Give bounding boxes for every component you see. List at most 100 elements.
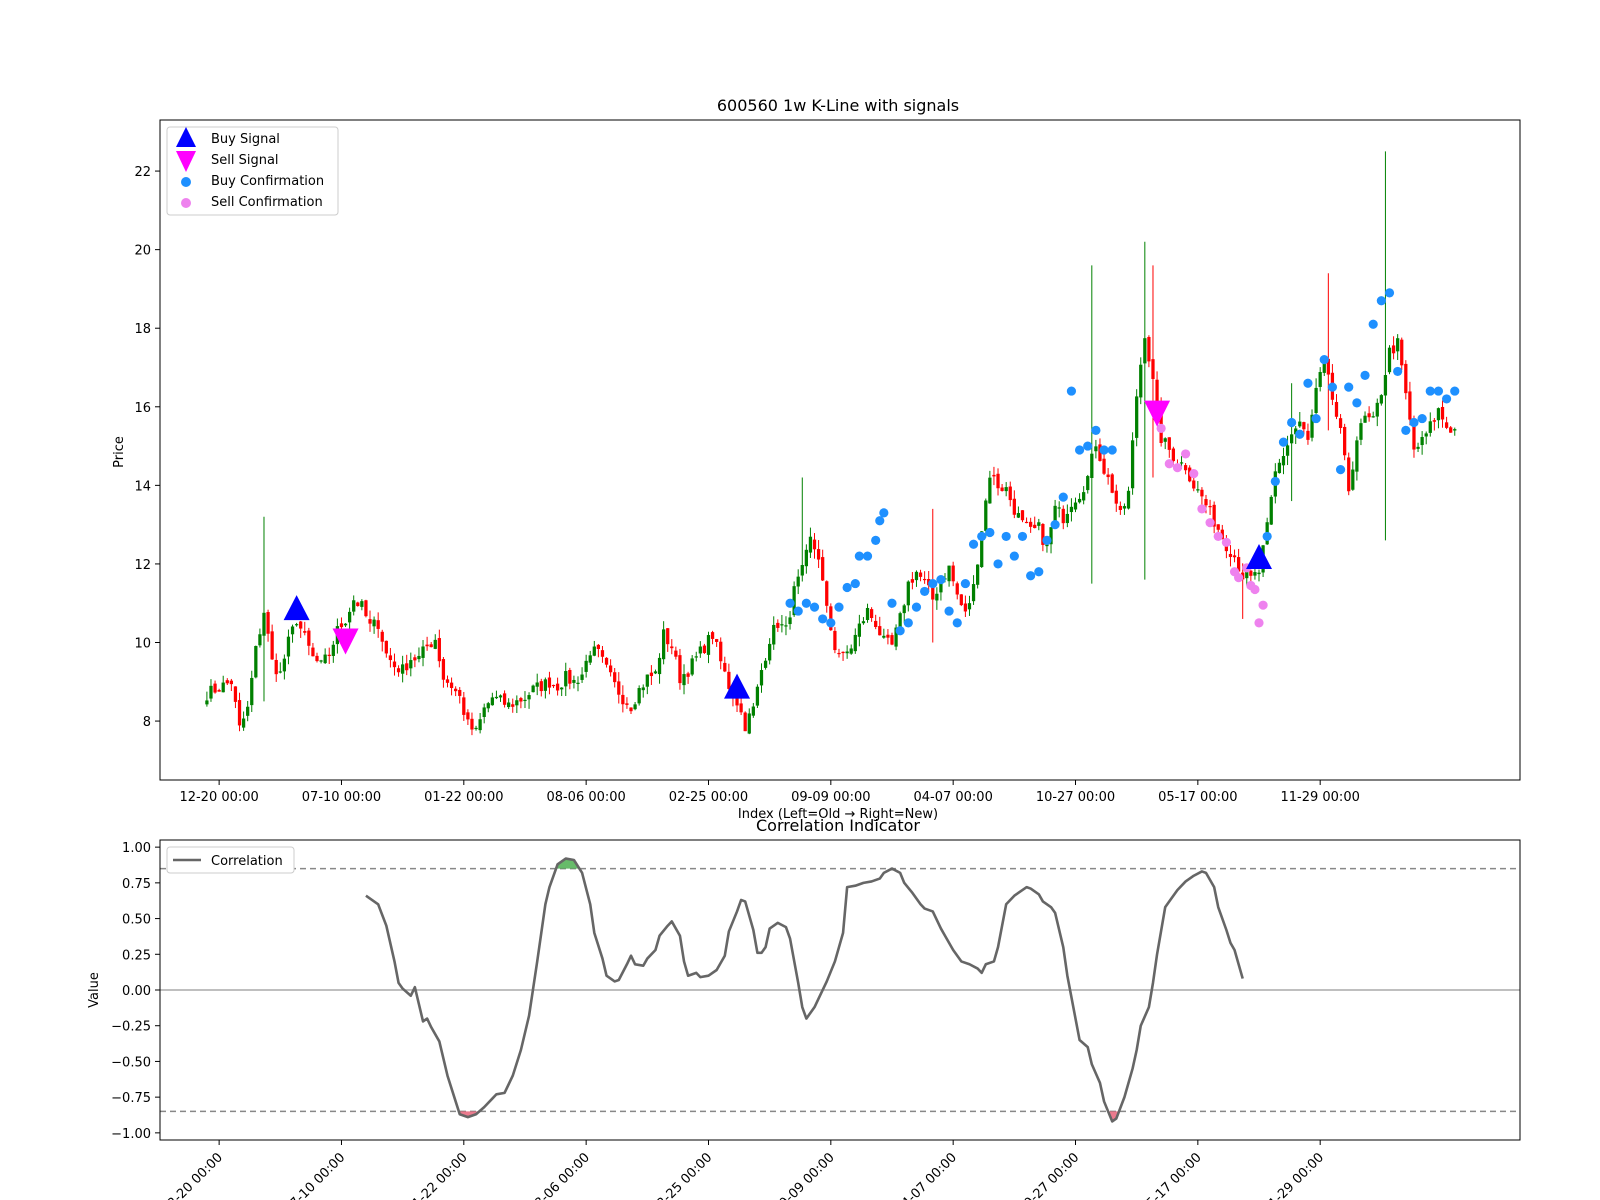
buy-confirmation-dot [1042, 535, 1052, 545]
kline-candle-body [286, 636, 291, 657]
kline-candle-body [657, 657, 662, 675]
buy-confirmation-dot [1262, 531, 1272, 542]
kline-candle-body [698, 646, 702, 654]
kline-candle-body [539, 681, 543, 692]
kline-candle-body [670, 646, 674, 649]
kline-candle-body [1302, 422, 1306, 430]
kline-candle-body [1343, 426, 1347, 456]
correlation-y-tick-label: 0.75 [122, 877, 151, 892]
kline-candle-body [727, 671, 731, 689]
kline-candle-body [1073, 502, 1078, 510]
kline-candle-body [380, 631, 384, 642]
kline-candle-body [1033, 524, 1037, 529]
kline-candle-body [706, 635, 711, 655]
correlation-panel: Correlation Indicator Value −1.00 −0.75 −0… [87, 816, 1521, 1200]
kline-candle-body [914, 571, 919, 581]
kline-candle-body [861, 621, 866, 624]
kline-candle-body [1375, 402, 1379, 417]
buy-confirmation-dot [1393, 366, 1403, 377]
kline-candle-body [768, 643, 772, 661]
correlation-y-tick-label: −0.25 [111, 1020, 151, 1035]
kline-candle-body [282, 658, 287, 672]
correlation-title: Correlation Indicator [756, 816, 920, 835]
kline-candle-body [1269, 496, 1273, 525]
kline-candle-body [1122, 506, 1127, 509]
kline-candle-body [221, 682, 225, 693]
kline-candle-body [384, 640, 388, 654]
kline-candle-body [1408, 391, 1412, 420]
buy-confirmation-dot [1287, 417, 1297, 428]
kline-x-tick-label: 09-09 00:00 [791, 790, 870, 805]
buy-confirmation-dot [1409, 417, 1419, 428]
kline-x-tick-label: 07-10 00:00 [302, 790, 381, 805]
figure-canvas: 600560 1w K-Line with signals Price Inde… [87, 96, 1521, 1200]
kline-candle-body [307, 630, 311, 646]
kline-x-ticks: 12-20 00:00 07-10 00:00 01-22 00:00 08-06 0… [179, 780, 1360, 805]
kline-candle-body [270, 631, 274, 660]
buy-confirmation-dot [936, 575, 946, 585]
buy-confirmation-dot [871, 535, 881, 545]
kline-candle-body [217, 690, 221, 692]
kline-candle-body [1163, 438, 1167, 442]
kline-candle-body [486, 703, 490, 709]
kline-candle-body [996, 473, 1000, 489]
kline-candle-body [1306, 430, 1310, 440]
kline-panel: 600560 1w K-Line with signals Price Inde… [112, 96, 1521, 822]
kline-candle-body [1363, 415, 1367, 423]
kline-candle-body [449, 682, 454, 689]
legend-correlation-label: Correlation [211, 854, 283, 869]
kline-candle-body [331, 644, 335, 656]
kline-candle-body [502, 693, 507, 705]
kline-candle-body [1208, 506, 1212, 508]
buy-confirmation-dot [1368, 319, 1378, 329]
kline-candle-body [878, 626, 882, 636]
kline-candle-body [1114, 490, 1118, 504]
kline-candle-body [401, 664, 405, 674]
buy-confirmation-dot [1074, 445, 1085, 455]
sell-confirmation-dot [1254, 618, 1264, 628]
kline-candle-body [1179, 462, 1184, 464]
kline-candle-body [629, 707, 633, 712]
kline-y-tick-label: 22 [134, 165, 151, 180]
kline-candle-body [1069, 506, 1074, 513]
kline-candle-body [1012, 498, 1016, 515]
kline-candle-body [592, 646, 596, 656]
kline-candle-body [213, 683, 217, 693]
kline-candle-body [608, 665, 613, 673]
kline-candle-body [246, 706, 250, 716]
buy-confirmation-dot [1295, 429, 1305, 439]
kline-candle-body [988, 477, 992, 504]
buy-confirmation-dot [842, 582, 852, 593]
kline-candle-body [702, 645, 707, 654]
buy-confirmation-dot [1376, 296, 1386, 306]
buy-confirmation-dot [826, 618, 836, 628]
kline-candle-body [865, 607, 870, 621]
correlation-x-tick-label: 05-17 00:00 [1138, 1150, 1205, 1200]
kline-candle-body [886, 634, 890, 638]
kline-candle-body [339, 623, 344, 628]
buy-confirmation-dot [1050, 520, 1060, 530]
buy-confirmation-dot [785, 598, 795, 608]
kline-candle-body [1228, 553, 1233, 557]
kline-candle-body [853, 634, 857, 652]
buy-confirmation-dot [895, 626, 905, 636]
kline-candle-body [1024, 521, 1029, 524]
buy-confirmation-dot [952, 618, 962, 628]
kline-candle-body [1086, 476, 1090, 491]
buy-confirmation-dot [862, 551, 873, 561]
kline-candle-body [429, 644, 433, 648]
kline-candle-body [303, 631, 307, 633]
kline-candle-body [1391, 345, 1396, 354]
kline-candle-body [1094, 446, 1098, 452]
kline-candle-body [433, 639, 437, 649]
correlation-x-tick-label: 09-09 00:00 [771, 1150, 838, 1200]
buy-confirmation-dot [1278, 437, 1289, 447]
buy-confirmation-dot [985, 527, 995, 538]
buy-confirmation-dot [1270, 476, 1280, 487]
kline-candle-body [1285, 445, 1290, 456]
kline-candle-body [343, 623, 348, 626]
sell-confirmation-dot [1181, 449, 1191, 459]
correlation-y-tick-label: 0.00 [122, 984, 151, 999]
kline-candle-body [474, 727, 478, 730]
kline-candle-body [1183, 465, 1188, 471]
